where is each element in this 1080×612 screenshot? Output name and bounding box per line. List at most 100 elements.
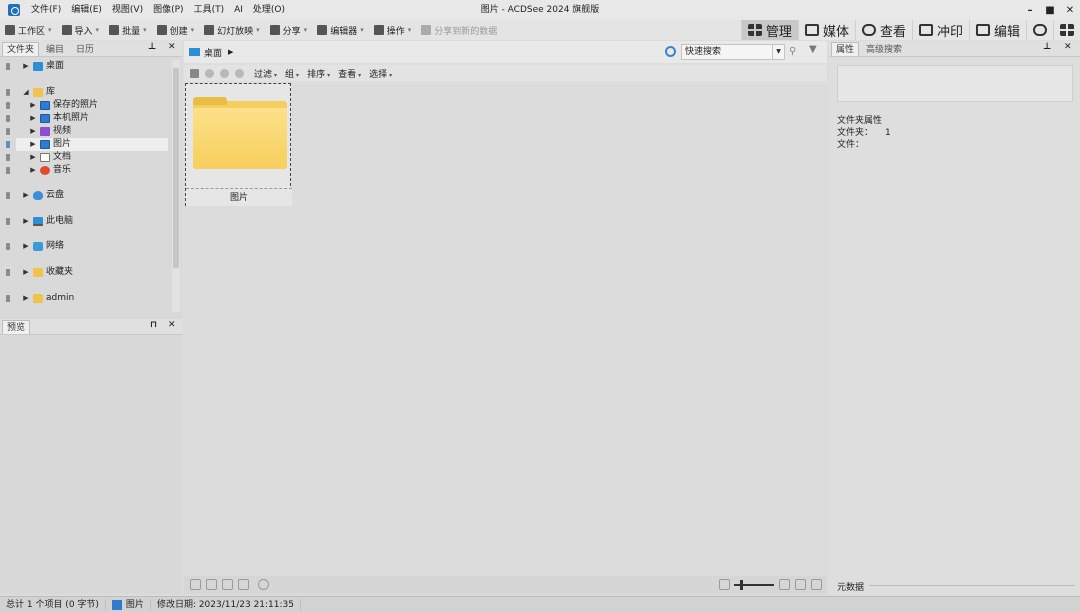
pin-icon[interactable]: ⊥	[1043, 42, 1051, 52]
menu-tools[interactable]: 工具(T)	[189, 0, 230, 20]
menu-ai[interactable]: AI	[229, 0, 248, 20]
expand-arrow-icon[interactable]: ▶	[22, 189, 30, 202]
up-icon[interactable]	[235, 68, 244, 78]
pin-marker-icon[interactable]	[6, 63, 10, 70]
search-icon[interactable]: ⚲	[789, 46, 801, 58]
tree-item-documents[interactable]: ▶ 文档	[29, 151, 71, 164]
pin-marker-icon[interactable]	[6, 218, 10, 225]
sync-icon[interactable]	[665, 46, 676, 57]
close-icon[interactable]: ✕	[168, 42, 176, 52]
file-list[interactable]: 图片	[184, 83, 827, 576]
expand-arrow-icon[interactable]: ▶	[29, 112, 37, 125]
view-menu[interactable]: 查看 ▾	[334, 67, 365, 80]
expand-arrow-icon[interactable]: ▶	[22, 266, 30, 279]
acdsee-app-icon[interactable]	[8, 4, 20, 16]
tree-item-camera-roll[interactable]: ▶ 本机照片	[29, 112, 89, 125]
expand-arrow-icon[interactable]: ▶	[22, 60, 30, 73]
slideshow-button[interactable]: 幻灯放映 ▾	[199, 20, 265, 40]
breadcrumb[interactable]: 桌面	[204, 46, 222, 59]
tree-item-music[interactable]: ▶ 音乐	[29, 164, 71, 177]
tree-scrollbar[interactable]	[172, 60, 180, 312]
zoom-slider-handle[interactable]	[740, 580, 743, 590]
tab-preview[interactable]: 预览	[2, 320, 31, 334]
play-icon[interactable]	[258, 579, 269, 590]
delete-icon[interactable]	[238, 579, 249, 590]
sort-menu[interactable]: 排序 ▾	[303, 67, 334, 80]
expand-arrow-icon[interactable]: ▶	[22, 215, 30, 228]
menu-process[interactable]: 处理(O)	[248, 0, 290, 20]
share-to-data-button[interactable]: 分享到新的数据	[416, 20, 502, 40]
tab-properties[interactable]: 属性	[831, 42, 860, 56]
tree-item-desktop[interactable]: ▶ 桌面	[22, 60, 64, 73]
share-button[interactable]: 分享 ▾	[265, 20, 313, 40]
quick-search-input[interactable]: 快速搜索 ▼	[681, 44, 785, 60]
tree-item-network[interactable]: ▶ 网络	[22, 240, 64, 253]
tab-catalog[interactable]: 编目	[41, 42, 69, 56]
mode-tab-develop[interactable]: 冲印	[911, 20, 969, 40]
zoom-in-icon[interactable]	[779, 579, 790, 590]
minimize-button[interactable]: –	[1020, 0, 1040, 20]
pin-marker-icon[interactable]	[6, 102, 10, 109]
maximize-button[interactable]: ■	[1040, 0, 1060, 20]
rotate-right-icon[interactable]	[206, 579, 217, 590]
close-button[interactable]: ✕	[1060, 0, 1080, 20]
details-view-icon[interactable]	[811, 579, 822, 590]
expand-arrow-icon[interactable]: ▶	[29, 164, 37, 177]
mode-tab-manage[interactable]: 管理	[740, 20, 798, 40]
actions-button[interactable]: 操作 ▾	[369, 20, 417, 40]
tree-item-this-pc[interactable]: ▶ 此电脑	[22, 215, 73, 228]
select-menu[interactable]: 选择 ▾	[365, 67, 396, 80]
expand-arrow-icon[interactable]: ▶	[22, 240, 30, 253]
mode-tab-view[interactable]: 查看	[854, 20, 912, 40]
tree-item-library[interactable]: ◢ 库	[22, 86, 55, 99]
pin-icon[interactable]: ⊓	[150, 320, 157, 330]
tree-item-saved-pictures[interactable]: ▶ 保存的照片	[29, 99, 98, 112]
back-icon[interactable]	[205, 68, 214, 78]
tree-item-admin[interactable]: ▶ admin	[22, 292, 74, 305]
pin-icon[interactable]: ⊥	[148, 42, 156, 52]
mode-tab-dashboard[interactable]	[1053, 20, 1080, 40]
expand-arrow-icon[interactable]: ▶	[29, 125, 37, 138]
pin-marker-icon[interactable]	[6, 115, 10, 122]
tab-calendar[interactable]: 日历	[71, 42, 99, 56]
pin-marker-icon[interactable]	[6, 141, 10, 148]
close-icon[interactable]: ✕	[1064, 42, 1072, 52]
pin-marker-icon[interactable]	[6, 154, 10, 161]
rotate-left-icon[interactable]	[190, 579, 201, 590]
pin-marker-icon[interactable]	[6, 167, 10, 174]
menu-file[interactable]: 文件(F)	[26, 0, 66, 20]
menu-edit[interactable]: 编辑(E)	[66, 0, 107, 20]
editor-button[interactable]: 编辑器 ▾	[312, 20, 369, 40]
pin-marker-icon[interactable]	[6, 243, 10, 250]
tab-folders[interactable]: 文件夹	[2, 42, 40, 56]
expand-arrow-icon[interactable]: ▶	[22, 292, 30, 305]
pin-marker-icon[interactable]	[6, 89, 10, 96]
mode-tab-edit[interactable]: 编辑	[968, 20, 1026, 40]
expand-arrow-icon[interactable]: ▶	[29, 99, 37, 112]
filter-icon[interactable]: ▼	[809, 44, 823, 59]
zoom-out-icon[interactable]	[719, 579, 730, 590]
expand-arrow-icon[interactable]: ▶	[29, 151, 37, 164]
batch-button[interactable]: 批量 ▾	[104, 20, 152, 40]
expand-arrow-icon[interactable]: ▶	[29, 138, 37, 151]
menu-view[interactable]: 视图(V)	[107, 0, 148, 20]
mode-tab-media[interactable]: 媒体	[797, 20, 855, 40]
collapse-arrow-icon[interactable]: ◢	[22, 86, 30, 99]
tree-item-videos[interactable]: ▶ 视频	[29, 125, 71, 138]
tree-item-cloud-drive[interactable]: ▶ 云盘	[22, 189, 64, 202]
tab-advanced-search[interactable]: 高级搜索	[861, 42, 907, 56]
menu-image[interactable]: 图像(P)	[148, 0, 188, 20]
tree-item-pictures[interactable]: ▶ 图片	[16, 138, 168, 151]
refresh-icon[interactable]	[222, 579, 233, 590]
workspace-button[interactable]: 工作区 ▾	[0, 20, 57, 40]
thumbnail-view-icon[interactable]	[795, 579, 806, 590]
filter-menu[interactable]: 过滤 ▾	[250, 67, 281, 80]
forward-icon[interactable]	[220, 68, 229, 78]
pin-marker-icon[interactable]	[6, 269, 10, 276]
close-icon[interactable]: ✕	[168, 320, 176, 330]
pin-marker-icon[interactable]	[6, 192, 10, 199]
pin-marker-icon[interactable]	[6, 128, 10, 135]
create-button[interactable]: 创建 ▾	[152, 20, 200, 40]
pin-marker-icon[interactable]	[6, 295, 10, 302]
chevron-down-icon[interactable]: ▼	[772, 45, 784, 59]
